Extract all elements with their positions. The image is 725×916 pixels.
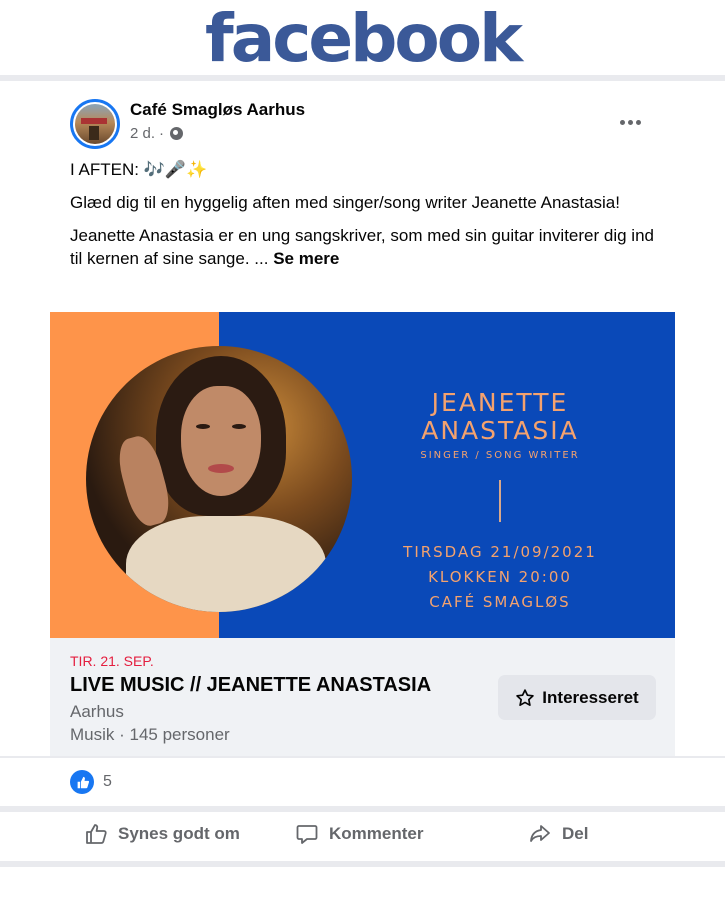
comment-button[interactable]: Kommenter — [295, 822, 423, 846]
event-category: Musik · 145 personer — [70, 725, 230, 744]
event-location: Aarhus — [70, 702, 124, 721]
facebook-logo[interactable]: facebook — [205, 2, 523, 76]
post-text-line: Jeanette Anastasia er en ung sangskriver… — [70, 224, 670, 270]
event-divider — [0, 756, 725, 758]
post-text-line: Glæd dig til en hyggelig aften med singe… — [70, 193, 620, 212]
like-label: Synes godt om — [118, 824, 240, 843]
like-badge-icon — [70, 770, 94, 794]
event-info-card[interactable]: TIR. 21. SEP. LIVE MUSIC // JEANETTE ANA… — [50, 638, 675, 756]
facebook-header: facebook — [0, 0, 725, 76]
image-place: CAFÉ SMAGLØS — [429, 593, 571, 611]
more-options-button[interactable] — [610, 107, 650, 137]
globe-icon — [170, 127, 184, 140]
post-time[interactable]: 2 d. — [130, 125, 155, 142]
page-avatar[interactable] — [70, 99, 120, 149]
vertical-divider — [499, 480, 501, 522]
post-text-line: I AFTEN: 🎶🎤✨ — [70, 160, 208, 179]
actions-divider-top — [0, 806, 725, 812]
dot-icon — [627, 119, 633, 125]
artist-role: SINGER / SONG WRITER — [420, 450, 580, 461]
artist-last-name: ANASTASIA — [421, 416, 579, 445]
image-date: TIRSDAG 21/09/2021 — [403, 543, 597, 561]
image-time: KLOKKEN 20:00 — [428, 568, 572, 586]
post-meta: 2 d. · — [130, 125, 184, 142]
comment-label: Kommenter — [329, 824, 424, 843]
share-button[interactable]: Del — [528, 822, 588, 846]
like-button[interactable]: Synes godt om — [84, 822, 240, 846]
header-divider — [0, 75, 725, 81]
comment-icon — [296, 825, 318, 844]
thumbs-up-icon — [86, 824, 107, 844]
reactions-summary[interactable]: 5 — [70, 770, 112, 794]
share-label: Del — [562, 824, 589, 843]
page-name[interactable]: Café Smagløs Aarhus — [130, 100, 305, 120]
event-cover-image[interactable]: JEANETTE ANASTASIA SINGER / SONG WRITER … — [50, 312, 675, 638]
dot-icon — [635, 119, 641, 125]
post-text: I AFTEN: 🎶🎤✨ Glæd dig til en hyggelig af… — [70, 158, 670, 280]
see-more-link[interactable]: Se mere — [273, 249, 339, 268]
artist-first-name: JEANETTE — [431, 388, 569, 417]
artist-portrait — [86, 346, 352, 612]
dot-icon — [619, 119, 625, 125]
actions-divider-bottom — [0, 861, 725, 867]
interested-button[interactable]: Interesseret — [498, 675, 656, 720]
interested-label: Interesseret — [542, 687, 639, 707]
action-bar: Synes godt om Kommenter Del — [0, 814, 725, 858]
event-title[interactable]: LIVE MUSIC // JEANETTE ANASTASIA — [70, 674, 431, 697]
event-date: TIR. 21. SEP. — [70, 653, 154, 669]
post-header: Café Smagløs Aarhus 2 d. · — [70, 97, 670, 149]
reaction-count: 5 — [103, 773, 112, 790]
star-icon — [516, 688, 535, 706]
meta-separator: · — [159, 125, 165, 142]
post-text-truncated: Jeanette Anastasia er en ung sangskriver… — [70, 226, 654, 268]
share-icon — [530, 825, 550, 842]
